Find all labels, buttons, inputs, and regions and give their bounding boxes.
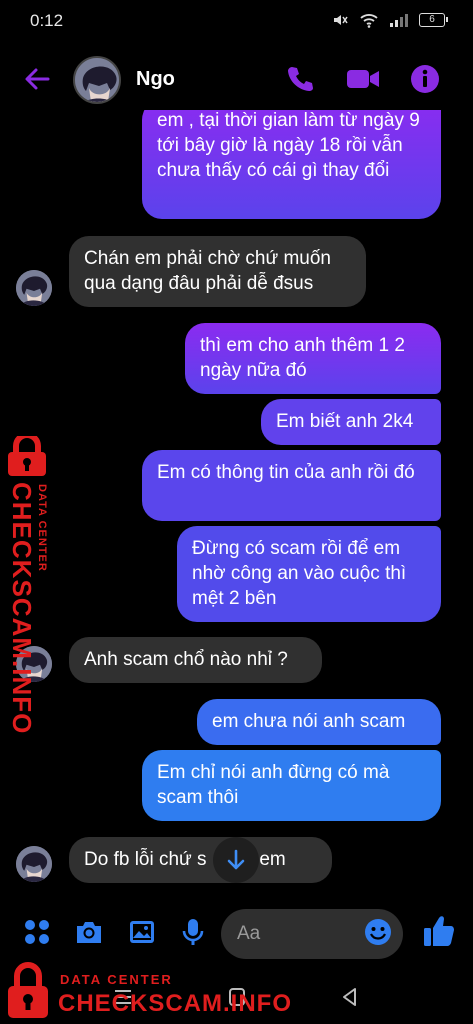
watermark-bottom: DATA CENTER CHECKSCAM.INFO: [0, 960, 300, 1024]
wifi-icon: [360, 14, 378, 28]
message-bubble-incoming[interactable]: Chán em phải chờ chứ muốn qua dạng đâu p…: [69, 236, 366, 307]
scroll-to-bottom-button[interactable]: [213, 837, 259, 883]
back-nav-icon[interactable]: [339, 986, 361, 1008]
emoji-icon[interactable]: [363, 917, 393, 947]
message-bubble-outgoing[interactable]: Em biết anh 2k4: [261, 399, 441, 445]
mic-icon[interactable]: [178, 917, 208, 947]
signal-icon: [390, 14, 408, 27]
status-icons: 6: [331, 12, 448, 28]
sender-avatar[interactable]: [16, 846, 52, 882]
watermark-tagline: DATA CENTER: [60, 972, 173, 987]
chat-header: Ngo: [0, 50, 473, 108]
video-icon[interactable]: [345, 64, 381, 94]
watermark-side: CHECKSCAM.INFO DATA CENTER: [2, 436, 60, 734]
watermark-site: CHECKSCAM.INFO: [7, 482, 37, 735]
contact-name[interactable]: Ngo: [136, 68, 175, 91]
mute-icon: [334, 15, 348, 25]
apps-icon[interactable]: [22, 917, 52, 947]
thumbs-up-icon[interactable]: [423, 914, 455, 948]
message-list[interactable]: em , tại thời gian làm từ ngày 9 tới bây…: [0, 110, 473, 900]
status-time: 0:12: [30, 11, 64, 30]
message-bubble-outgoing[interactable]: Đừng có scam rồi để em nhờ công an vào c…: [177, 526, 441, 622]
watermark-tagline: DATA CENTER: [36, 484, 48, 572]
message-bubble-incoming[interactable]: Do fb lỗi chứ s gì em: [69, 837, 332, 883]
info-icon[interactable]: [410, 64, 440, 94]
sender-avatar[interactable]: [16, 270, 52, 306]
gallery-icon[interactable]: [127, 917, 157, 947]
message-bubble-outgoing[interactable]: Em có thông tin của anh rồi đó: [142, 450, 441, 521]
battery-icon: 6: [419, 13, 448, 27]
composer: [0, 905, 473, 961]
avatar[interactable]: [73, 56, 121, 104]
back-arrow-icon[interactable]: [22, 64, 52, 94]
status-bar: 0:12 6: [0, 0, 473, 42]
message-bubble-incoming[interactable]: Anh scam chổ nào nhỉ ?: [69, 637, 322, 683]
phone-icon[interactable]: [285, 64, 315, 94]
arrow-down-icon: [227, 849, 245, 870]
camera-icon[interactable]: [74, 917, 104, 947]
message-bubble-outgoing[interactable]: em chưa nói anh scam: [197, 699, 441, 745]
lock-icon: [8, 962, 48, 1018]
message-bubble-outgoing[interactable]: Em chỉ nói anh đừng có mà scam thôi: [142, 750, 441, 821]
message-bubble-outgoing[interactable]: em , tại thời gian làm từ ngày 9 tới bây…: [142, 110, 441, 219]
lock-icon: [8, 436, 46, 476]
message-bubble-outgoing[interactable]: thì em cho anh thêm 1 2 ngày nữa đó: [185, 323, 441, 394]
watermark-site: CHECKSCAM.INFO: [58, 990, 292, 1017]
